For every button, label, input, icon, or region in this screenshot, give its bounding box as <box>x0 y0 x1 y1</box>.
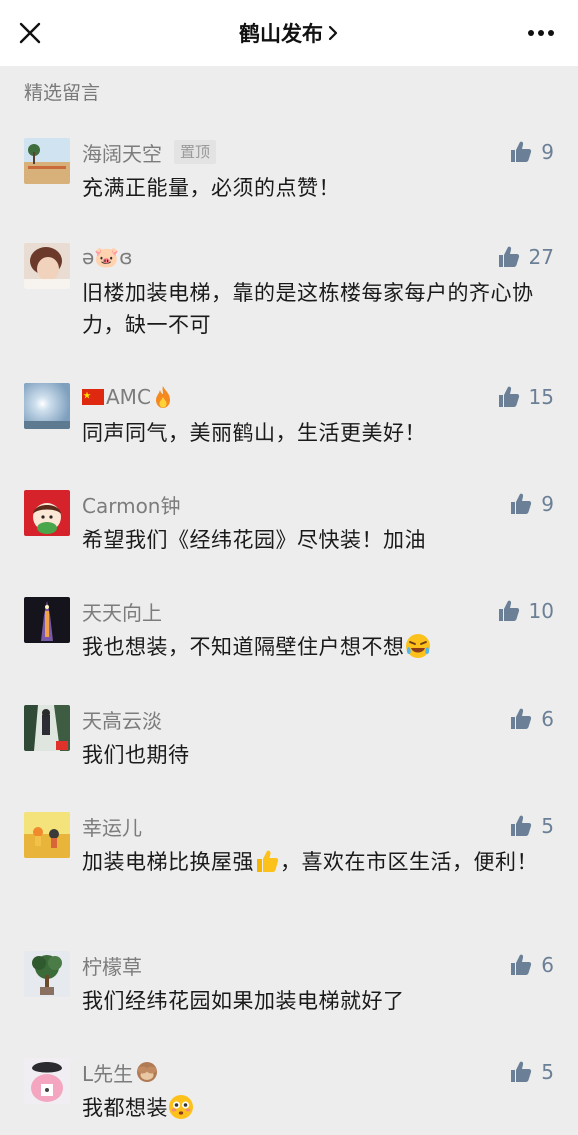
like-count: 5 <box>541 814 554 838</box>
avatar[interactable] <box>24 812 70 858</box>
close-icon[interactable] <box>16 19 44 47</box>
like-count: 6 <box>541 953 554 977</box>
laugh-cry-emoji <box>405 634 430 658</box>
thumbs-up-icon <box>498 600 519 621</box>
like-count: 5 <box>541 1060 554 1084</box>
thumbs-up-icon <box>511 1061 532 1082</box>
avatar[interactable] <box>24 597 70 643</box>
like-count: 10 <box>528 599 554 623</box>
like-button[interactable]: 6 <box>509 951 554 979</box>
like-button[interactable]: 27 <box>497 243 554 271</box>
like-count: 9 <box>541 492 554 516</box>
like-count: 9 <box>541 140 554 164</box>
comment-text: 我们经纬花园如果加装电梯就好了 <box>82 989 405 1013</box>
avatar[interactable] <box>24 1058 70 1104</box>
more-icon[interactable] <box>526 27 556 39</box>
thumbs-up-icon <box>511 141 532 162</box>
like-count: 15 <box>528 385 554 409</box>
comment-text: 我都想装 <box>82 1092 552 1124</box>
comment-nickname: 柠檬草 <box>82 951 142 979</box>
nickname-text: 天高云淡 <box>82 708 162 733</box>
avatar[interactable] <box>24 490 70 536</box>
comment-text: 充满正能量，必须的点赞！ <box>82 176 340 200</box>
like-button[interactable]: 15 <box>497 383 554 411</box>
comment-nickname: 海阔天空 置顶 <box>82 138 217 166</box>
thumbs-up-icon <box>498 386 519 407</box>
thumbs-up-icon <box>511 954 532 975</box>
chevron-right-icon <box>328 25 338 41</box>
china-flag-icon <box>82 389 104 405</box>
thumbs-up-icon <box>511 815 532 836</box>
avatar[interactable] <box>24 383 70 429</box>
fire-icon <box>155 386 170 408</box>
comment-nickname: 天天向上 <box>82 597 162 625</box>
avatar[interactable] <box>24 243 70 289</box>
comment-text: 旧楼加装电梯，靠的是这栋楼每家每户的齐心协力，缺一不可 <box>82 281 534 337</box>
comment-nickname: AMC <box>82 383 173 411</box>
thumbs-up-icon <box>511 708 532 729</box>
comment-nickname: 幸运儿 <box>82 812 142 840</box>
page-title[interactable]: 鹤山发布 <box>239 18 339 48</box>
comment-text: 希望我们《经纬花园》尽快装！加油 <box>82 528 426 552</box>
comment-text: 我们也期待 <box>82 743 190 767</box>
comment-nickname: L先生 <box>82 1058 159 1086</box>
thumbs-up-icon <box>511 493 532 514</box>
nickname-text: L先生 <box>82 1061 134 1086</box>
like-button[interactable]: 5 <box>509 812 554 840</box>
avatar[interactable] <box>24 705 70 751</box>
nickname-text: 天天向上 <box>82 600 162 625</box>
comment-text-part: ，喜欢在市区生活，便利！ <box>280 850 538 874</box>
nickname-text: 幸运儿 <box>82 815 142 840</box>
comment-nickname: Carmon钟 <box>82 490 181 518</box>
pinned-badge: 置顶 <box>174 140 217 164</box>
avatar[interactable] <box>24 951 70 997</box>
comment-text: 加装电梯比换屋强 ，喜欢在市区生活，便利！ <box>82 846 552 878</box>
like-button[interactable]: 10 <box>497 597 554 625</box>
avatar[interactable] <box>24 138 70 184</box>
comment-text-part: 加装电梯比换屋强 <box>82 850 254 874</box>
section-label: 精选留言 <box>24 82 101 104</box>
like-button[interactable]: 9 <box>509 490 554 518</box>
comment-text: 同声同气，美丽鹤山，生活更美好！ <box>82 421 426 445</box>
comment-text-content: 我都想装 <box>82 1096 168 1120</box>
comment-nickname: 天高云淡 <box>82 705 162 733</box>
nickname-text: 柠檬草 <box>82 954 142 979</box>
see-no-evil-monkey-icon <box>137 1062 158 1082</box>
top-nav-bar: 鹤山发布 <box>0 0 578 66</box>
like-button[interactable]: 5 <box>509 1058 554 1086</box>
thumbs-up-emoji <box>257 850 279 872</box>
comment-text-content: 我也想装，不知道隔壁住户想不想 <box>82 635 405 659</box>
like-button[interactable]: 9 <box>509 138 554 166</box>
thumbs-up-icon <box>498 246 519 267</box>
like-count: 27 <box>528 245 554 269</box>
nickname-text: AMC <box>106 385 151 409</box>
like-button[interactable]: 6 <box>509 705 554 733</box>
nickname-text: 海阔天空 <box>82 141 162 166</box>
nickname-text: ə🐷ɞ <box>82 245 133 269</box>
comment-nickname: ə🐷ɞ <box>82 243 133 271</box>
nickname-text: Carmon钟 <box>82 493 181 518</box>
flushed-emoji <box>169 1095 193 1119</box>
page-title-text: 鹤山发布 <box>239 22 323 46</box>
like-count: 6 <box>541 707 554 731</box>
comment-text: 我也想装，不知道隔壁住户想不想 <box>82 631 552 663</box>
